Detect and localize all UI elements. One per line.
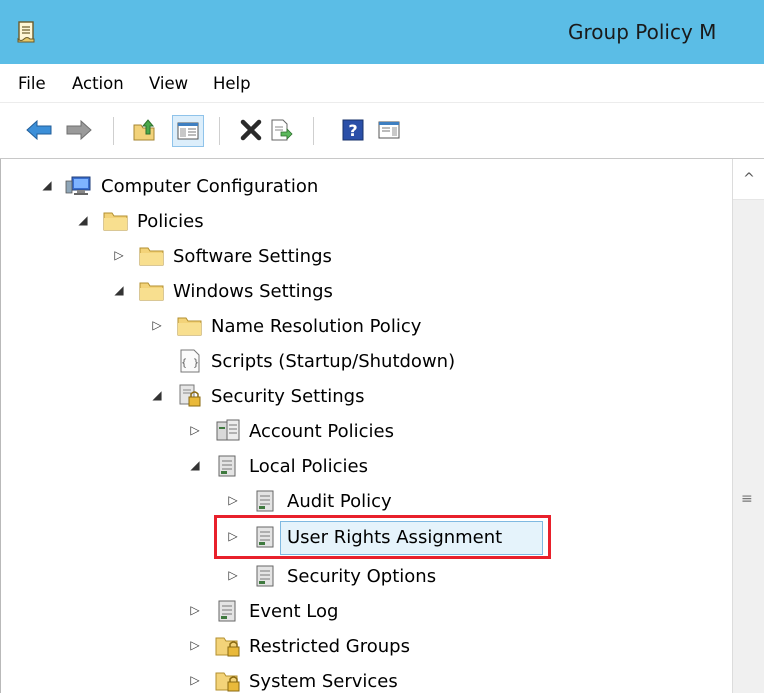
- tree-node-label: Policies: [137, 210, 204, 232]
- collapse-arrow-icon[interactable]: ◢: [77, 213, 89, 227]
- security-settings-icon: [179, 384, 201, 407]
- help-icon[interactable]: ?: [338, 115, 368, 145]
- menu-action[interactable]: Action: [72, 74, 124, 93]
- policy-icon: [218, 600, 236, 622]
- tree-node-event-log[interactable]: Event Log: [215, 596, 338, 626]
- tree-node-label: Software Settings: [173, 245, 332, 267]
- tree-node-name-resolution-policy[interactable]: Name Resolution Policy: [177, 311, 421, 341]
- tree-node-label: Name Resolution Policy: [211, 315, 422, 337]
- tree-node-audit-policy[interactable]: Audit Policy: [253, 486, 392, 516]
- policy-icon: [216, 419, 240, 441]
- forward-icon[interactable]: [64, 115, 94, 145]
- toolbar-separator: [313, 117, 314, 145]
- show-hide-tree-icon[interactable]: [172, 115, 204, 147]
- tree-node-windows-settings[interactable]: Windows Settings: [139, 276, 333, 306]
- locked-folder-icon: [215, 637, 240, 657]
- toolbar-separator: [219, 117, 220, 145]
- tree-node-label: User Rights Assignment: [287, 526, 503, 548]
- tree-node-label: Security Settings: [211, 385, 365, 407]
- expand-arrow-icon[interactable]: ▷: [189, 603, 201, 617]
- tree-node-label: Scripts (Startup/Shutdown): [211, 350, 456, 372]
- tree-node-scripts[interactable]: { } Scripts (Startup/Shutdown): [177, 346, 455, 376]
- tree-node-label: Security Options: [287, 565, 437, 587]
- tree-node-label: Restricted Groups: [249, 635, 410, 657]
- group-policy-app-icon[interactable]: [16, 20, 38, 48]
- menu-bar: File Action View Help: [0, 64, 764, 103]
- policy-icon: [256, 565, 274, 587]
- menu-file[interactable]: File: [18, 74, 46, 93]
- locked-folder-icon: [215, 672, 240, 692]
- tree-node-label: System Services: [249, 670, 398, 692]
- tree-node-label: Computer Configuration: [101, 175, 319, 197]
- tree-node-label: Audit Policy: [287, 490, 392, 512]
- console-tree[interactable]: ◢ Computer Configuration ◢ Policies ▷ So…: [0, 159, 733, 693]
- tree-node-restricted-groups[interactable]: Restricted Groups: [215, 631, 410, 661]
- tree-node-label: Account Policies: [249, 420, 394, 442]
- folder-icon: [177, 317, 202, 336]
- tree-node-security-options[interactable]: Security Options: [253, 561, 436, 591]
- expand-arrow-icon[interactable]: ▷: [189, 673, 201, 687]
- tree-node-policies[interactable]: Policies: [103, 206, 204, 236]
- tree-node-local-policies[interactable]: Local Policies: [215, 451, 368, 481]
- properties-icon[interactable]: [374, 115, 404, 145]
- up-folder-icon[interactable]: [130, 115, 160, 145]
- tree-node-account-policies[interactable]: Account Policies: [215, 416, 394, 446]
- folder-icon: [103, 212, 128, 231]
- vertical-scrollbar[interactable]: ^ ≡: [732, 159, 764, 693]
- menu-view[interactable]: View: [149, 74, 188, 93]
- policy-icon: [256, 526, 274, 548]
- title-bar: Group Policy M: [0, 0, 764, 64]
- tree-node-label: Local Policies: [249, 455, 368, 477]
- back-icon[interactable]: [24, 115, 54, 145]
- script-document-icon: { }: [180, 349, 200, 373]
- tree-node-label: Event Log: [249, 600, 339, 622]
- computer-icon: [65, 176, 91, 195]
- svg-text:?: ?: [348, 121, 357, 140]
- scroll-up-arrow-icon[interactable]: ^: [733, 159, 764, 200]
- svg-text:{ }: { }: [181, 358, 199, 369]
- expand-arrow-icon[interactable]: ▷: [227, 529, 239, 543]
- window-title: Group Policy M: [568, 20, 717, 44]
- tree-node-computer-configuration[interactable]: Computer Configuration: [65, 171, 318, 201]
- toolbar: ?: [0, 103, 764, 159]
- toolbar-separator: [113, 117, 114, 145]
- collapse-arrow-icon[interactable]: ◢: [189, 458, 201, 472]
- menu-help[interactable]: Help: [213, 74, 251, 93]
- collapse-arrow-icon[interactable]: ◢: [41, 178, 53, 192]
- expand-arrow-icon[interactable]: ▷: [227, 568, 239, 582]
- expand-arrow-icon[interactable]: ▷: [113, 248, 125, 262]
- folder-icon: [139, 282, 164, 301]
- collapse-arrow-icon[interactable]: ◢: [113, 283, 125, 297]
- tree-node-software-settings[interactable]: Software Settings: [139, 241, 332, 271]
- expand-arrow-icon[interactable]: ▷: [189, 638, 201, 652]
- scroll-thumb-grip-icon[interactable]: ≡: [741, 491, 753, 507]
- policy-icon: [256, 490, 274, 512]
- tree-node-label: Windows Settings: [173, 280, 333, 302]
- expand-arrow-icon[interactable]: ▷: [227, 493, 239, 507]
- tree-node-user-rights-assignment[interactable]: User Rights Assignment: [253, 522, 502, 552]
- expand-arrow-icon[interactable]: ▷: [189, 423, 201, 437]
- collapse-arrow-icon[interactable]: ◢: [151, 388, 163, 402]
- tree-node-security-settings[interactable]: Security Settings: [177, 381, 364, 411]
- policy-icon: [218, 455, 236, 477]
- expand-arrow-icon[interactable]: ▷: [151, 318, 163, 332]
- tree-node-system-services[interactable]: System Services: [215, 666, 398, 693]
- folder-icon: [139, 247, 164, 266]
- export-list-icon[interactable]: [266, 115, 296, 145]
- delete-icon[interactable]: [236, 115, 266, 145]
